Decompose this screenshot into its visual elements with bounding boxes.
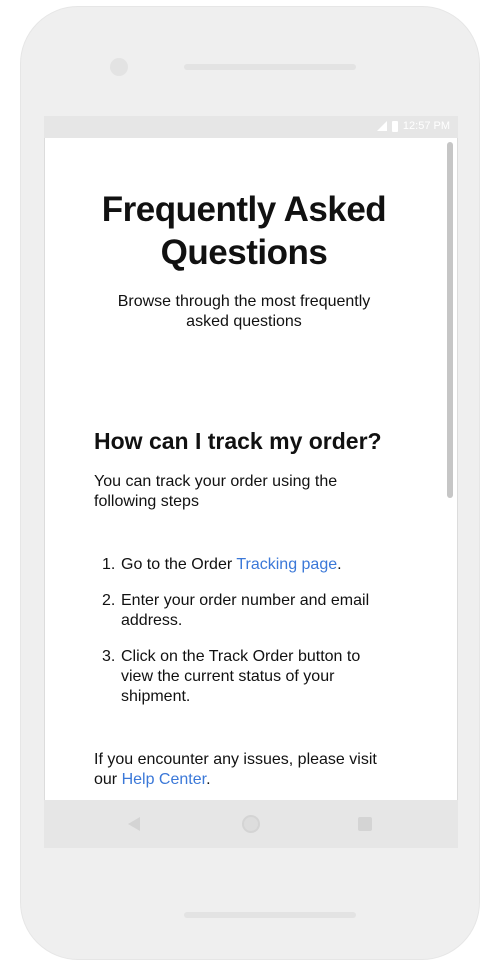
page-title: Frequently Asked Questions [101, 190, 387, 272]
scrollbar[interactable] [447, 142, 453, 498]
navigation-bar [44, 800, 458, 848]
battery-icon [391, 120, 398, 132]
list-item: 1. Go to the Order Tracking page. [94, 555, 384, 575]
step-text: Click on the Track Order button to view … [121, 648, 361, 705]
camera-icon [110, 58, 128, 76]
step-number: 1. [102, 556, 116, 573]
status-bar: 12:57 PM [44, 116, 458, 138]
step-number: 3. [102, 648, 116, 665]
signal-icon [376, 121, 387, 131]
help-note-end: . [206, 771, 211, 788]
step-number: 2. [102, 592, 116, 609]
status-icons: 12:57 PM [376, 120, 450, 132]
list-item: 3. Click on the Track Order button to vi… [94, 647, 384, 707]
home-icon[interactable] [242, 815, 260, 833]
recents-icon[interactable] [358, 817, 372, 831]
step-text: Enter your order number and email addres… [121, 592, 370, 629]
speaker-grille [184, 64, 356, 70]
help-note: If you encounter any issues, please visi… [94, 750, 404, 790]
back-icon[interactable] [128, 817, 140, 831]
faq-answer: You can track your order using the follo… [94, 473, 338, 510]
step-text-end: . [337, 556, 342, 573]
step-text: Go to the Order [121, 556, 237, 573]
faq-question: How can I track my order? [94, 428, 382, 454]
tracking-page-link[interactable]: Tracking page [236, 556, 337, 573]
home-indicator [184, 912, 356, 918]
steps-list: 1. Go to the Order Tracking page. 2. Ent… [94, 555, 384, 723]
app-screen[interactable]: Frequently Asked Questions Browse throug… [44, 138, 458, 800]
help-center-link[interactable]: Help Center [122, 771, 207, 788]
list-item: 2. Enter your order number and email add… [94, 591, 384, 631]
page-subtitle: Browse through the most frequently asked… [117, 293, 371, 330]
status-time: 12:57 PM [402, 120, 450, 132]
